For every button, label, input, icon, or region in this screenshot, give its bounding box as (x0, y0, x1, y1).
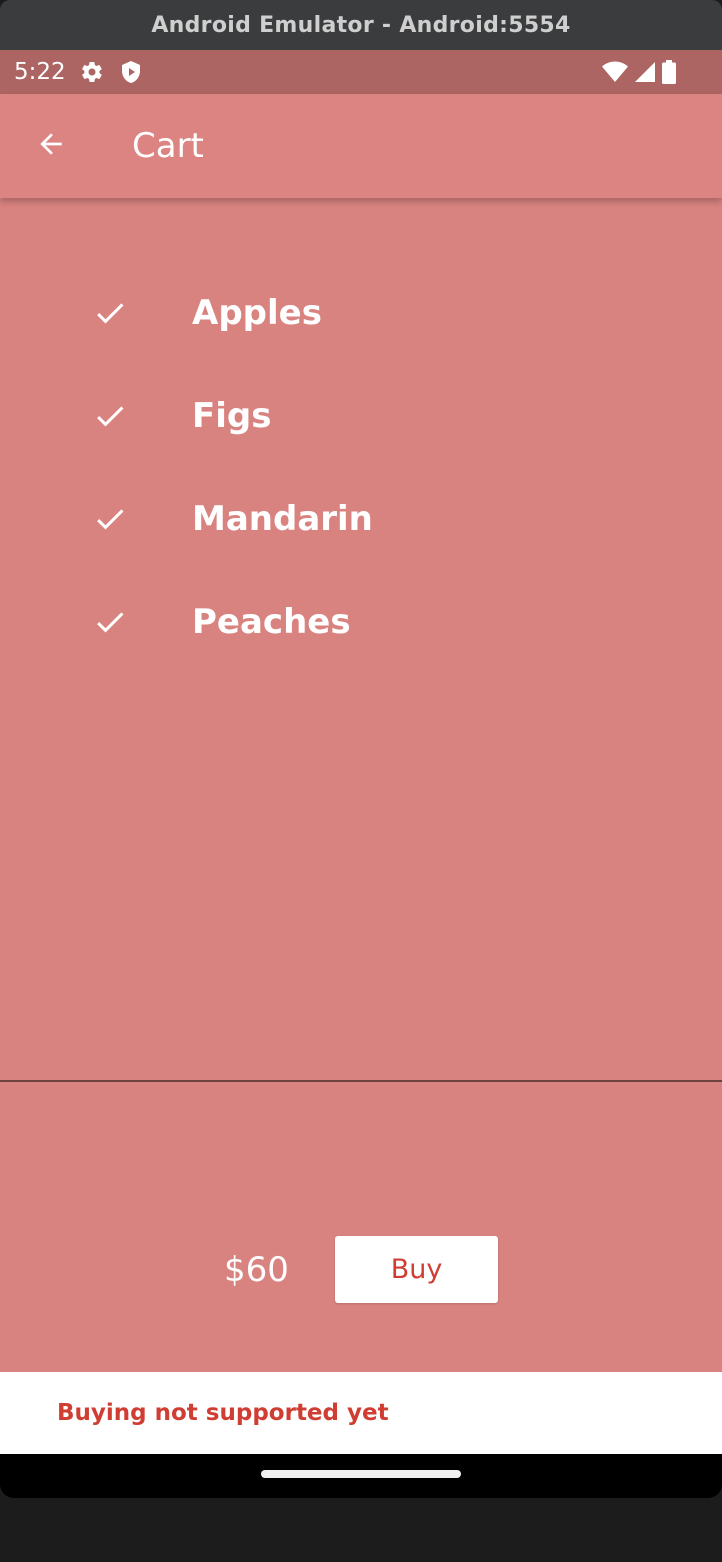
buy-button[interactable]: Buy (335, 1236, 498, 1303)
check-icon (90, 396, 130, 436)
navigation-bar (0, 1454, 722, 1498)
check-icon (90, 602, 130, 642)
app-bar: Cart (0, 94, 722, 198)
status-time: 5:22 (14, 59, 66, 85)
list-item: Figs (0, 371, 722, 461)
list-item: Apples (0, 268, 722, 358)
page-title: Cart (132, 126, 204, 166)
cart-list: Apples Figs Mandarin Peaches (0, 198, 722, 1080)
back-button[interactable] (22, 117, 80, 175)
status-right-icons (602, 60, 676, 84)
item-name: Mandarin (192, 499, 373, 539)
list-item: Mandarin (0, 474, 722, 564)
check-icon (90, 499, 130, 539)
window-title: Android Emulator - Android:5554 (151, 12, 571, 38)
total-price: $60 (224, 1250, 289, 1290)
list-item: Peaches (0, 577, 722, 667)
item-name: Apples (192, 293, 322, 333)
snackbar-message: Buying not supported yet (57, 1400, 389, 1426)
arrow-left-icon (35, 128, 67, 165)
battery-icon (662, 60, 676, 84)
checkout-panel: $60 Buy (0, 1082, 722, 1372)
gear-icon (80, 60, 104, 84)
item-name: Peaches (192, 602, 351, 642)
home-indicator[interactable] (261, 1470, 461, 1478)
cell-signal-icon (634, 61, 656, 83)
shield-icon (120, 60, 142, 84)
wifi-icon (602, 61, 628, 83)
snackbar: Buying not supported yet (0, 1372, 722, 1454)
window-titlebar: Android Emulator - Android:5554 (0, 0, 722, 50)
item-name: Figs (192, 396, 272, 436)
check-icon (90, 293, 130, 333)
device-screen: 5:22 Cart Apples Figs Mandarin Peaches $… (0, 50, 722, 1498)
status-bar: 5:22 (0, 50, 722, 94)
